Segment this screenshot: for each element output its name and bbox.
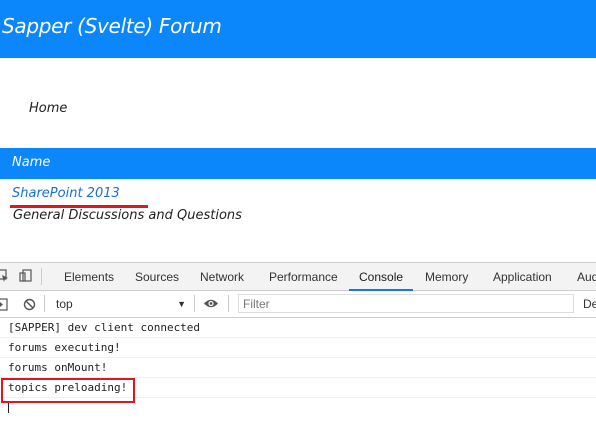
table-header: Name	[0, 148, 596, 179]
annotation-box	[1, 378, 135, 403]
console-line: [SAPPER] dev client connected	[0, 318, 596, 338]
app-header: Sapper (Svelte) Forum	[0, 0, 596, 58]
log-levels-dropdown[interactable]: De	[583, 297, 596, 311]
divider	[41, 268, 42, 285]
context-value: top	[56, 297, 73, 311]
console-line: forums onMount!	[0, 358, 596, 378]
inspect-element-icon[interactable]	[0, 269, 9, 282]
device-toolbar-icon[interactable]	[19, 269, 32, 282]
tab-network[interactable]: Network	[200, 263, 244, 290]
tab-application[interactable]: Application	[493, 263, 552, 290]
console-filter-input[interactable]	[238, 294, 574, 313]
tab-audits[interactable]: Aud	[577, 263, 596, 290]
tab-performance[interactable]: Performance	[269, 263, 338, 290]
devtools-tab-bar: Elements Sources Network Performance Con…	[0, 263, 596, 291]
tab-console[interactable]: Console	[348, 263, 414, 291]
console-sidebar-icon[interactable]	[0, 298, 8, 311]
context-selector[interactable]: top ▼	[50, 295, 188, 313]
tab-memory[interactable]: Memory	[425, 263, 468, 290]
divider	[194, 295, 195, 312]
dropdown-arrow-icon: ▼	[177, 299, 186, 309]
tab-elements[interactable]: Elements	[64, 263, 114, 290]
tab-sources[interactable]: Sources	[135, 263, 179, 290]
forum-link-sharepoint[interactable]: SharePoint 2013	[12, 186, 120, 201]
home-link[interactable]: Home	[29, 101, 67, 116]
app-title: Sapper (Svelte) Forum	[2, 14, 222, 38]
divider	[228, 295, 229, 312]
console-toolbar: top ▼ De	[0, 291, 596, 318]
devtools-panel: Elements Sources Network Performance Con…	[0, 262, 596, 441]
forum-description: General Discussions and Questions	[13, 208, 242, 223]
console-line: forums executing!	[0, 338, 596, 358]
eye-icon[interactable]	[203, 297, 219, 310]
name-column-header: Name	[12, 155, 51, 170]
divider	[44, 295, 45, 312]
clear-console-icon[interactable]	[23, 298, 36, 311]
